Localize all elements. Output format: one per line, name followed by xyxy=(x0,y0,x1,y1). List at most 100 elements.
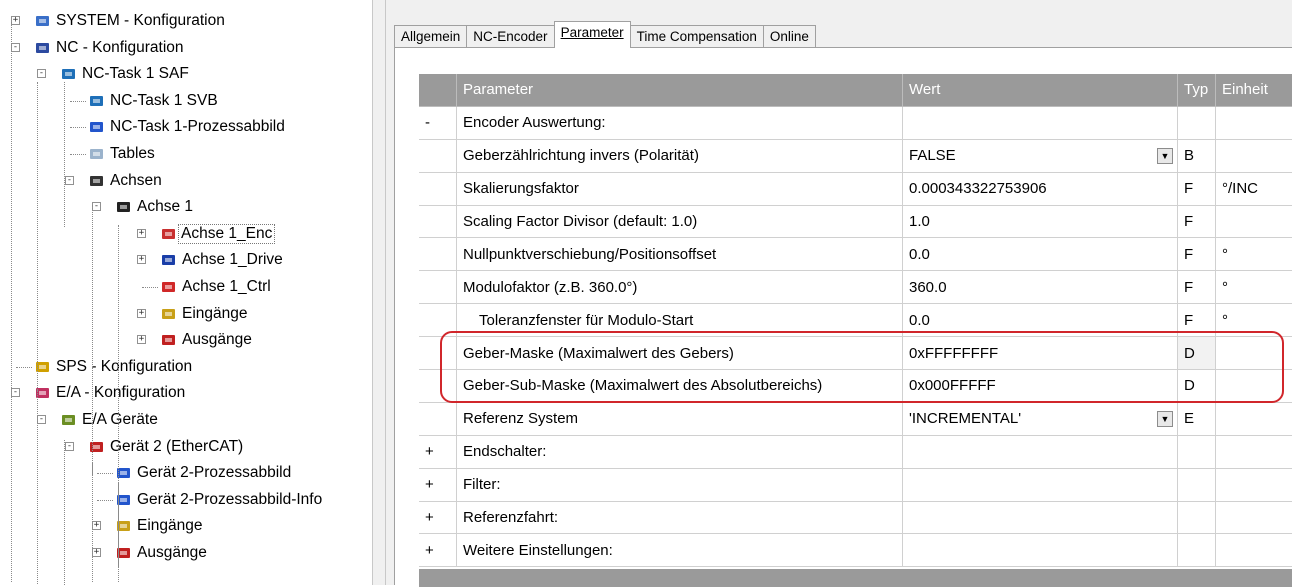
tree-item[interactable]: NC - Konfiguration xyxy=(34,35,184,61)
param-unit-cell: °/INC xyxy=(1216,173,1292,206)
dropdown-arrow-icon[interactable]: ▼ xyxy=(1157,410,1173,427)
collapse-icon[interactable]: - xyxy=(37,69,46,79)
row-expand-toggle[interactable]: + xyxy=(419,501,457,535)
tab-allgemein[interactable]: Allgemein xyxy=(394,25,468,48)
tab-online[interactable]: Online xyxy=(762,25,816,48)
expand-icon[interactable]: + xyxy=(92,521,101,531)
tree-item[interactable]: Ausgänge xyxy=(160,327,252,353)
param-name-cell: Geber-Sub-Maske (Maximalwert des Absolut… xyxy=(457,370,903,403)
param-name-cell: Filter: xyxy=(457,468,903,502)
row-expand-toggle[interactable]: + xyxy=(419,468,457,502)
param-value-cell[interactable]: 360.0 xyxy=(903,271,1178,305)
expand-icon[interactable]: + xyxy=(137,255,146,265)
collapse-icon[interactable]: - xyxy=(65,441,74,451)
tree-item-label: NC-Task 1-Prozessabbild xyxy=(110,118,285,136)
grid-param-row[interactable]: Referenz System 'INCREMENTAL' ▼ E xyxy=(419,402,1292,436)
grid-param-row[interactable]: Scaling Factor Divisor (default: 1.0) 1.0… xyxy=(419,205,1292,239)
tree-item[interactable]: Ausgänge xyxy=(115,540,207,566)
task-icon xyxy=(60,66,78,82)
row-expand-toggle[interactable]: + xyxy=(419,435,457,469)
grid-param-row[interactable]: Geber-Maske (Maximalwert des Gebers) 0xFF… xyxy=(419,337,1292,371)
param-type-cell xyxy=(1178,435,1216,469)
header-type[interactable]: Typ xyxy=(1178,74,1216,107)
collapse-icon[interactable]: - xyxy=(11,388,20,398)
tree-item-label: Ausgänge xyxy=(137,544,207,561)
tree-item[interactable]: Achse 1_Drive xyxy=(160,247,283,273)
tree-item[interactable]: Gerät 2 (EtherCAT) xyxy=(88,434,243,460)
solution-tree[interactable]: + SYSTEM - Konfiguration - NC - Konfigurati… xyxy=(0,0,372,585)
expand-icon[interactable]: + xyxy=(137,228,146,238)
param-name-cell: Weitere Einstellungen: xyxy=(457,534,903,568)
drive-icon xyxy=(160,252,178,268)
grid-group-row[interactable]: + Endschalter: xyxy=(419,435,1292,469)
grid-group-row[interactable]: + Referenzfahrt: xyxy=(419,501,1292,535)
tree-item[interactable]: NC-Task 1-Prozessabbild xyxy=(88,114,285,140)
tree-item[interactable]: SYSTEM - Konfiguration xyxy=(34,8,225,34)
tree-item[interactable]: E/A - Konfiguration xyxy=(34,380,185,406)
tree-item[interactable]: Gerät 2-Prozessabbild-Info xyxy=(115,487,322,513)
tab-time-compensation[interactable]: Time Compensation xyxy=(629,25,764,48)
tree-item-label: Eingänge xyxy=(182,304,248,322)
header-expand-col xyxy=(419,74,457,107)
grid-param-row[interactable]: Skalierungsfaktor 0.000343322753906 F °/INC xyxy=(419,172,1292,206)
panel-splitter[interactable] xyxy=(372,0,386,585)
parameter-grid[interactable]: Parameter Wert Typ Einheit - Encoder Ausw… xyxy=(419,74,1292,568)
tree-item[interactable]: NC-Task 1 SVB xyxy=(88,88,218,114)
tree-item[interactable]: E/A Geräte xyxy=(60,407,158,433)
tree-item[interactable]: Achse 1 xyxy=(115,194,193,220)
tree-item[interactable]: Achse 1_Ctrl xyxy=(160,274,271,300)
tree-item[interactable]: NC-Task 1 SAF xyxy=(60,61,189,87)
param-value-cell[interactable]: FALSE ▼ xyxy=(903,139,1178,173)
grid-group-row[interactable]: - Encoder Auswertung: xyxy=(419,106,1292,140)
grid-group-row[interactable]: + Filter: xyxy=(419,468,1292,502)
grid-param-row[interactable]: Nullpunktverschiebung/Positionsoffset 0.0… xyxy=(419,238,1292,272)
param-name-cell: Modulofaktor (z.B. 360.0°) xyxy=(457,271,903,305)
param-value-cell[interactable]: 'INCREMENTAL' ▼ xyxy=(903,402,1178,436)
grid-param-row[interactable]: Toleranzfenster für Modulo-Start 0.0 F ° xyxy=(419,304,1292,338)
param-value-cell[interactable]: 0x000FFFFF xyxy=(903,370,1178,403)
tree-item-label: Achse 1_Ctrl xyxy=(182,278,271,295)
tree-item[interactable]: Gerät 2-Prozessabbild xyxy=(115,460,291,486)
grid-param-row[interactable]: Geberzählrichtung invers (Polarität) FALS… xyxy=(419,139,1292,173)
tab-parameter[interactable]: Parameter xyxy=(553,21,631,48)
expand-icon[interactable]: + xyxy=(137,335,146,345)
dropdown-arrow-icon[interactable]: ▼ xyxy=(1157,147,1173,164)
collapse-icon[interactable]: - xyxy=(37,415,46,424)
param-value-cell[interactable]: 0xFFFFFFFF xyxy=(903,337,1178,371)
param-value-cell[interactable]: 0.0 xyxy=(903,304,1178,338)
collapse-icon[interactable]: - xyxy=(65,175,74,185)
grid-param-row[interactable]: Geber-Sub-Maske (Maximalwert des Absolut… xyxy=(419,370,1292,403)
tree-item[interactable]: Achsen xyxy=(88,168,162,194)
tab-nc-encoder[interactable]: NC-Encoder xyxy=(466,25,555,48)
detail-panel: Allgemein NC-Encoder Parameter Time Comp… xyxy=(386,0,1292,587)
param-unit-cell: ° xyxy=(1216,271,1292,305)
axis-icon xyxy=(115,199,133,215)
header-parameter[interactable]: Parameter xyxy=(457,74,903,107)
param-value-cell[interactable]: 0.0 xyxy=(903,238,1178,272)
collapse-icon[interactable]: - xyxy=(92,202,101,212)
expand-icon[interactable]: + xyxy=(11,16,20,25)
row-expand-toggle[interactable]: + xyxy=(419,534,457,568)
tree-item[interactable]: SPS - Konfiguration xyxy=(34,354,192,380)
grid-group-row[interactable]: + Weitere Einstellungen: xyxy=(419,534,1292,568)
expand-icon[interactable]: + xyxy=(92,548,101,557)
collapse-icon[interactable]: - xyxy=(11,42,20,52)
tree-item[interactable]: Tables xyxy=(88,141,155,167)
param-value-cell xyxy=(903,106,1178,140)
param-unit-cell xyxy=(1216,534,1292,568)
param-value-cell xyxy=(903,501,1178,535)
tree-item[interactable]: Eingänge xyxy=(160,301,248,327)
tree-item[interactable]: Eingänge xyxy=(115,513,203,539)
param-name-cell: Toleranzfenster für Modulo-Start xyxy=(457,304,903,338)
inputs-icon xyxy=(160,306,178,322)
header-value[interactable]: Wert xyxy=(903,74,1178,107)
row-expand-toggle[interactable]: - xyxy=(419,106,457,140)
param-unit-cell xyxy=(1216,337,1292,371)
grid-param-row[interactable]: Modulofaktor (z.B. 360.0°) 360.0 F ° xyxy=(419,271,1292,305)
expand-icon[interactable]: + xyxy=(137,308,146,318)
tree-item[interactable]: Achse 1_Enc xyxy=(160,221,276,247)
param-value-cell xyxy=(903,468,1178,502)
param-value-cell[interactable]: 0.000343322753906 xyxy=(903,172,1178,206)
header-unit[interactable]: Einheit xyxy=(1216,74,1292,107)
param-value-cell[interactable]: 1.0 xyxy=(903,205,1178,239)
